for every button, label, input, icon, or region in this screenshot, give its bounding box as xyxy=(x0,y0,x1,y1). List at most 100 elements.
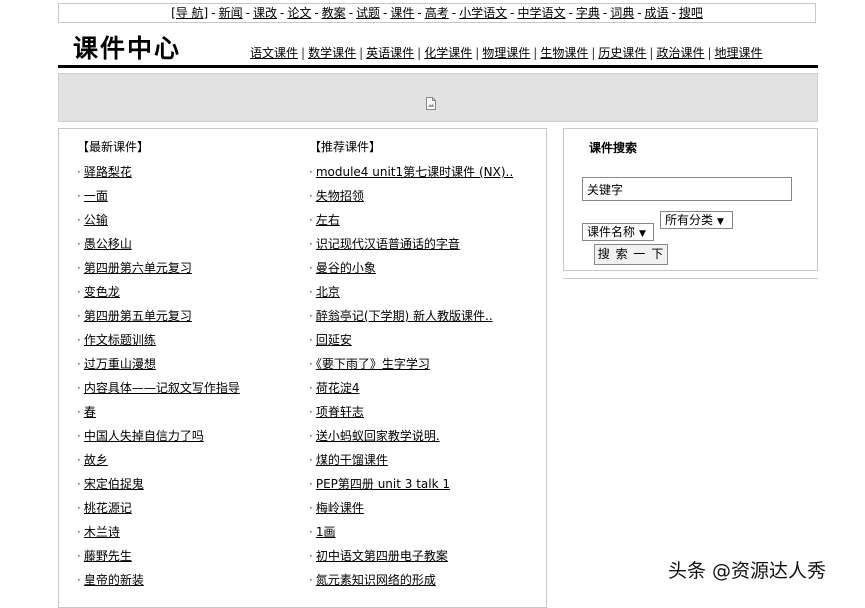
watermark: 头条 @资源达人秀 xyxy=(668,560,827,582)
bullet-dot: · xyxy=(77,453,81,467)
bullet-dot: · xyxy=(309,285,313,299)
bullet-dot: · xyxy=(77,237,81,251)
bullet-dot: · xyxy=(309,357,313,371)
bullet-dot: · xyxy=(309,453,313,467)
bullet-dot: · xyxy=(77,525,81,539)
courseware-link[interactable]: 故乡 xyxy=(84,453,108,467)
courseware-link[interactable]: 醉翁亭记(下学期) 新人教版课件.. xyxy=(316,309,493,323)
bullet-dot: · xyxy=(77,501,81,515)
courseware-link[interactable]: 初中语文第四册电子教案 xyxy=(316,549,448,563)
subject-link[interactable]: 英语课件 xyxy=(366,46,414,60)
list-item: · 宋定伯捉鬼 xyxy=(77,476,240,500)
list-item: · 回延安 xyxy=(309,332,513,356)
list-item: · 曼谷的小象 xyxy=(309,260,513,284)
subject-separator: | xyxy=(533,46,538,60)
subject-link[interactable]: 物理课件 xyxy=(482,46,530,60)
bullet-dot: · xyxy=(309,213,313,227)
nav-link[interactable]: 试题 xyxy=(356,6,380,20)
latest-courseware-heading: 【最新课件】 xyxy=(77,140,150,154)
courseware-link[interactable]: 藤野先生 xyxy=(84,549,132,563)
nav-link[interactable]: 成语 xyxy=(645,6,669,20)
subject-link[interactable]: 数学课件 xyxy=(308,46,356,60)
list-item: · 春 xyxy=(77,404,240,428)
list-item: · 过万重山漫想 xyxy=(77,356,240,380)
subject-link[interactable]: 政治课件 xyxy=(656,46,704,60)
courseware-link[interactable]: 木兰诗 xyxy=(84,525,120,539)
courseware-link[interactable]: 荷花淀4 xyxy=(316,381,360,395)
courseware-link[interactable]: 桃花源记 xyxy=(84,501,132,515)
nav-link[interactable]: 中学语文 xyxy=(517,6,565,20)
nav-link[interactable]: 教案 xyxy=(322,6,346,20)
courseware-link[interactable]: 中国人失掉自信力了吗 xyxy=(84,429,204,443)
list-item: · 梅岭课件 xyxy=(309,500,513,524)
subject-link[interactable]: 地理课件 xyxy=(715,46,763,60)
courseware-link[interactable]: 一面 xyxy=(84,189,108,203)
courseware-link[interactable]: 曼谷的小象 xyxy=(316,261,376,275)
list-item: · 皇帝的新装 xyxy=(77,572,240,596)
top-navigation-bar: [导 航] - 新闻 - 课改 - 论文 - 教案 - 试题 - 课件 - 高考 - 小学语文 - 中学语文 - 字典 -… xyxy=(58,3,816,23)
subject-link[interactable]: 历史课件 xyxy=(598,46,646,60)
courseware-link[interactable]: 皇帝的新装 xyxy=(84,573,144,587)
courseware-link[interactable]: 识记现代汉语普通话的字音 xyxy=(316,237,460,251)
courseware-link[interactable]: 愚公移山 xyxy=(84,237,132,251)
banner-area xyxy=(58,73,818,122)
bullet-dot: · xyxy=(77,309,81,323)
bullet-dot: · xyxy=(77,333,81,347)
courseware-link[interactable]: 煤的干馏课件 xyxy=(316,453,388,467)
courseware-link[interactable]: 公输 xyxy=(84,213,108,227)
nav-link[interactable]: 小学语文 xyxy=(459,6,507,20)
courseware-link[interactable]: 作文标题训练 xyxy=(84,333,156,347)
courseware-link[interactable]: 回延安 xyxy=(316,333,352,347)
nav-link[interactable]: 新闻 xyxy=(219,6,243,20)
nav-link[interactable]: 词典 xyxy=(610,6,634,20)
category-select-value: 所有分类 xyxy=(665,213,714,227)
nav-link[interactable]: 高考 xyxy=(425,6,449,20)
bullet-dot: · xyxy=(77,549,81,563)
nav-separator: - xyxy=(602,6,608,20)
courseware-link[interactable]: PEP第四册 unit 3 talk 1 xyxy=(316,477,450,491)
nav-link[interactable]: 搜吧 xyxy=(679,6,703,20)
list-item: · 荷花淀4 xyxy=(309,380,513,404)
broken-image-icon xyxy=(426,97,436,110)
list-item: · 识记现代汉语普通话的字音 xyxy=(309,236,513,260)
bullet-dot: · xyxy=(309,429,313,443)
courseware-link[interactable]: 项脊轩志 xyxy=(316,405,364,419)
nav-separator: - xyxy=(451,6,457,20)
courseware-link[interactable]: 过万重山漫想 xyxy=(84,357,156,371)
courseware-link[interactable]: 变色龙 xyxy=(84,285,120,299)
nav-separator: - xyxy=(314,6,319,20)
courseware-link[interactable]: 1画 xyxy=(316,525,336,539)
subject-link[interactable]: 语文课件 xyxy=(250,46,298,60)
courseware-link[interactable]: 内容具体——记叙文写作指导 xyxy=(84,381,240,395)
bullet-dot: · xyxy=(309,405,313,419)
subject-link[interactable]: 化学课件 xyxy=(424,46,472,60)
nav-separator: - xyxy=(383,6,388,20)
courseware-link[interactable]: 宋定伯捉鬼 xyxy=(84,477,144,491)
courseware-link[interactable]: module4 unit1第七课时课件 (NX).. xyxy=(316,165,513,179)
courseware-link[interactable]: 第四册第五单元复习 xyxy=(84,309,192,323)
nav-link[interactable]: [导 航] xyxy=(171,6,208,20)
search-button[interactable]: 搜 索 一 下 xyxy=(594,244,668,265)
courseware-link[interactable]: 梅岭课件 xyxy=(316,501,364,515)
courseware-link[interactable]: 左右 xyxy=(316,213,340,227)
keyword-input[interactable] xyxy=(582,177,792,201)
subject-link[interactable]: 生物课件 xyxy=(540,46,588,60)
subject-separator: | xyxy=(301,46,306,60)
nav-link[interactable]: 课改 xyxy=(253,6,277,20)
courseware-link[interactable]: 失物招领 xyxy=(316,189,364,203)
courseware-link[interactable]: 《要下雨了》生字学习 xyxy=(316,357,430,371)
category-select[interactable]: 所有分类 ▼ xyxy=(660,211,733,229)
list-item: · 作文标题训练 xyxy=(77,332,240,356)
nav-link[interactable]: 字典 xyxy=(576,6,600,20)
nav-link[interactable]: 论文 xyxy=(287,6,311,20)
list-item: · module4 unit1第七课时课件 (NX).. xyxy=(309,164,513,188)
courseware-link[interactable]: 氮元素知识网络的形成 xyxy=(316,573,436,587)
courseware-link[interactable]: 送小蚂蚁回家教学说明. xyxy=(316,429,440,443)
courseware-link[interactable]: 北京 xyxy=(316,285,340,299)
search-field-select[interactable]: 课件名称 ▼ xyxy=(582,223,654,241)
bullet-dot: · xyxy=(77,405,81,419)
courseware-link[interactable]: 春 xyxy=(84,405,96,419)
courseware-link[interactable]: 第四册第六单元复习 xyxy=(84,261,192,275)
courseware-link[interactable]: 驿路梨花 xyxy=(84,165,132,179)
nav-link[interactable]: 课件 xyxy=(390,6,414,20)
